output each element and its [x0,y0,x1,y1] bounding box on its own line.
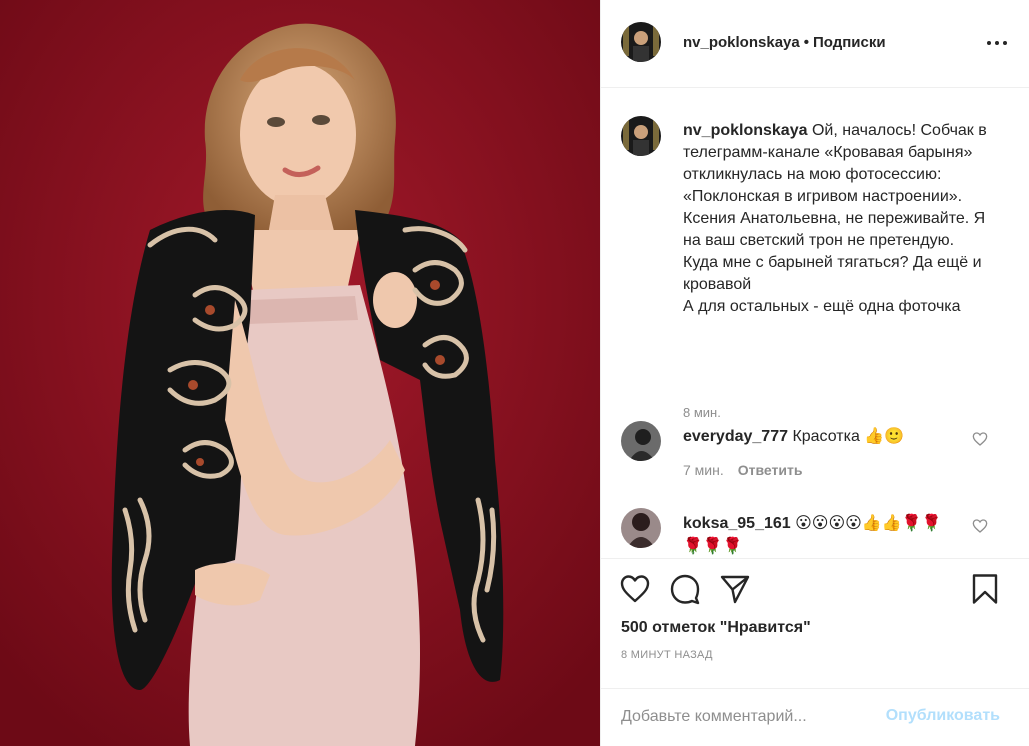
comment-avatar[interactable] [621,421,661,461]
likes-count[interactable]: 500 отметок "Нравится" [621,619,811,637]
comment-timestamp[interactable]: 7 мин. [683,462,724,478]
caption-body: Ой, началось! Собчак в телеграмм-канале … [683,122,987,315]
paper-plane-icon[interactable] [719,573,751,605]
post-side-panel: nv_poklonskaya • Подписки nv_poklonskaya О… [600,0,1029,746]
avatar[interactable] [621,22,661,62]
comment-input[interactable] [621,703,871,731]
comment-avatar[interactable] [621,508,661,548]
following-button[interactable]: Подписки [813,34,886,51]
comment-text: everyday_777 Красотка 👍🙂 [683,425,963,448]
comment-like-heart-icon[interactable] [972,518,988,534]
comment-text: koksa_95_161 😮😮😮😮👍👍🌹🌹 🌹🌹🌹 [683,512,963,558]
header-title: nv_poklonskaya • Подписки [683,34,886,51]
heart-icon[interactable] [619,573,651,605]
add-comment-section: Опубликовать [601,688,1029,746]
header-username-link[interactable]: nv_poklonskaya [683,34,800,51]
comment-username-link[interactable]: everyday_777 [683,428,788,445]
comment-body: Красотка [792,428,860,445]
comments-list[interactable]: nv_poklonskaya Ой, началось! Собчак в те… [601,88,1029,558]
bookmark-icon[interactable] [969,573,1001,605]
comment-meta: 7 мин. Ответить [683,462,802,478]
comment-like-heart-icon[interactable] [972,431,988,447]
header-separator: • [803,34,809,51]
post-photo-image [0,0,600,746]
caption-text: nv_poklonskaya Ой, началось! Собчак в те… [683,120,993,318]
post-date[interactable]: 8 МИНУТ НАЗАД [621,649,713,661]
comment-emoji: 👍🙂 [864,426,905,445]
post-actions: 500 отметок "Нравится" 8 МИНУТ НАЗАД [601,558,1029,688]
caption-avatar[interactable] [621,116,661,156]
caption-username-link[interactable]: nv_poklonskaya [683,122,808,139]
post-header: nv_poklonskaya • Подписки [601,0,1029,88]
comment-bubble-icon[interactable] [669,573,701,605]
more-horizontal-icon[interactable] [986,34,1008,52]
reply-button[interactable]: Ответить [738,462,803,478]
publish-button[interactable]: Опубликовать [886,707,1000,725]
caption-timestamp[interactable]: 8 мин. [683,405,721,420]
comment-username-link[interactable]: koksa_95_161 [683,515,791,532]
post-photo[interactable] [0,0,600,746]
